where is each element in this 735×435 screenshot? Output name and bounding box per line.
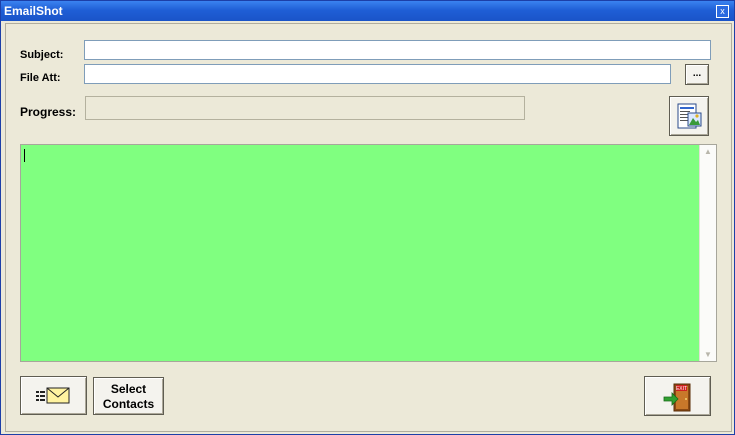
subject-input[interactable] <box>84 40 711 60</box>
browse-button[interactable]: ... <box>685 64 709 85</box>
emailshot-window: EmailShot x Subject: File Att: ... Progr… <box>0 0 735 435</box>
scroll-down-icon[interactable]: ▼ <box>704 350 712 359</box>
svg-text:EXIT: EXIT <box>676 386 687 392</box>
window-title: EmailShot <box>4 4 63 18</box>
select-contacts-button[interactable]: Select Contacts <box>93 377 164 415</box>
subject-label: Subject: <box>20 49 64 61</box>
close-icon: x <box>720 6 725 16</box>
message-body-area[interactable]: ▲ ▼ <box>20 144 717 362</box>
progress-bar <box>85 96 525 120</box>
title-bar[interactable]: EmailShot x <box>1 1 734 21</box>
vertical-scrollbar[interactable]: ▲ ▼ <box>699 145 716 361</box>
select-contacts-label-line2: Contacts <box>102 397 155 411</box>
document-preview-icon <box>674 101 704 136</box>
close-button[interactable]: x <box>716 5 729 18</box>
text-caret <box>24 149 25 162</box>
file-att-label: File Att: <box>20 72 61 84</box>
select-contacts-label-line1: Select <box>110 382 147 396</box>
progress-label: Progress: <box>20 105 77 119</box>
send-button[interactable] <box>20 376 87 415</box>
preview-button[interactable] <box>669 96 709 136</box>
exit-door-icon: EXIT <box>662 381 694 418</box>
client-area: Subject: File Att: ... Progress: ▲ ▼ Sel… <box>5 23 732 432</box>
browse-label: ... <box>692 68 702 79</box>
envelope-send-icon <box>36 386 72 411</box>
exit-button[interactable]: EXIT <box>644 376 711 416</box>
file-att-input[interactable] <box>84 64 671 84</box>
scroll-up-icon[interactable]: ▲ <box>704 147 712 156</box>
